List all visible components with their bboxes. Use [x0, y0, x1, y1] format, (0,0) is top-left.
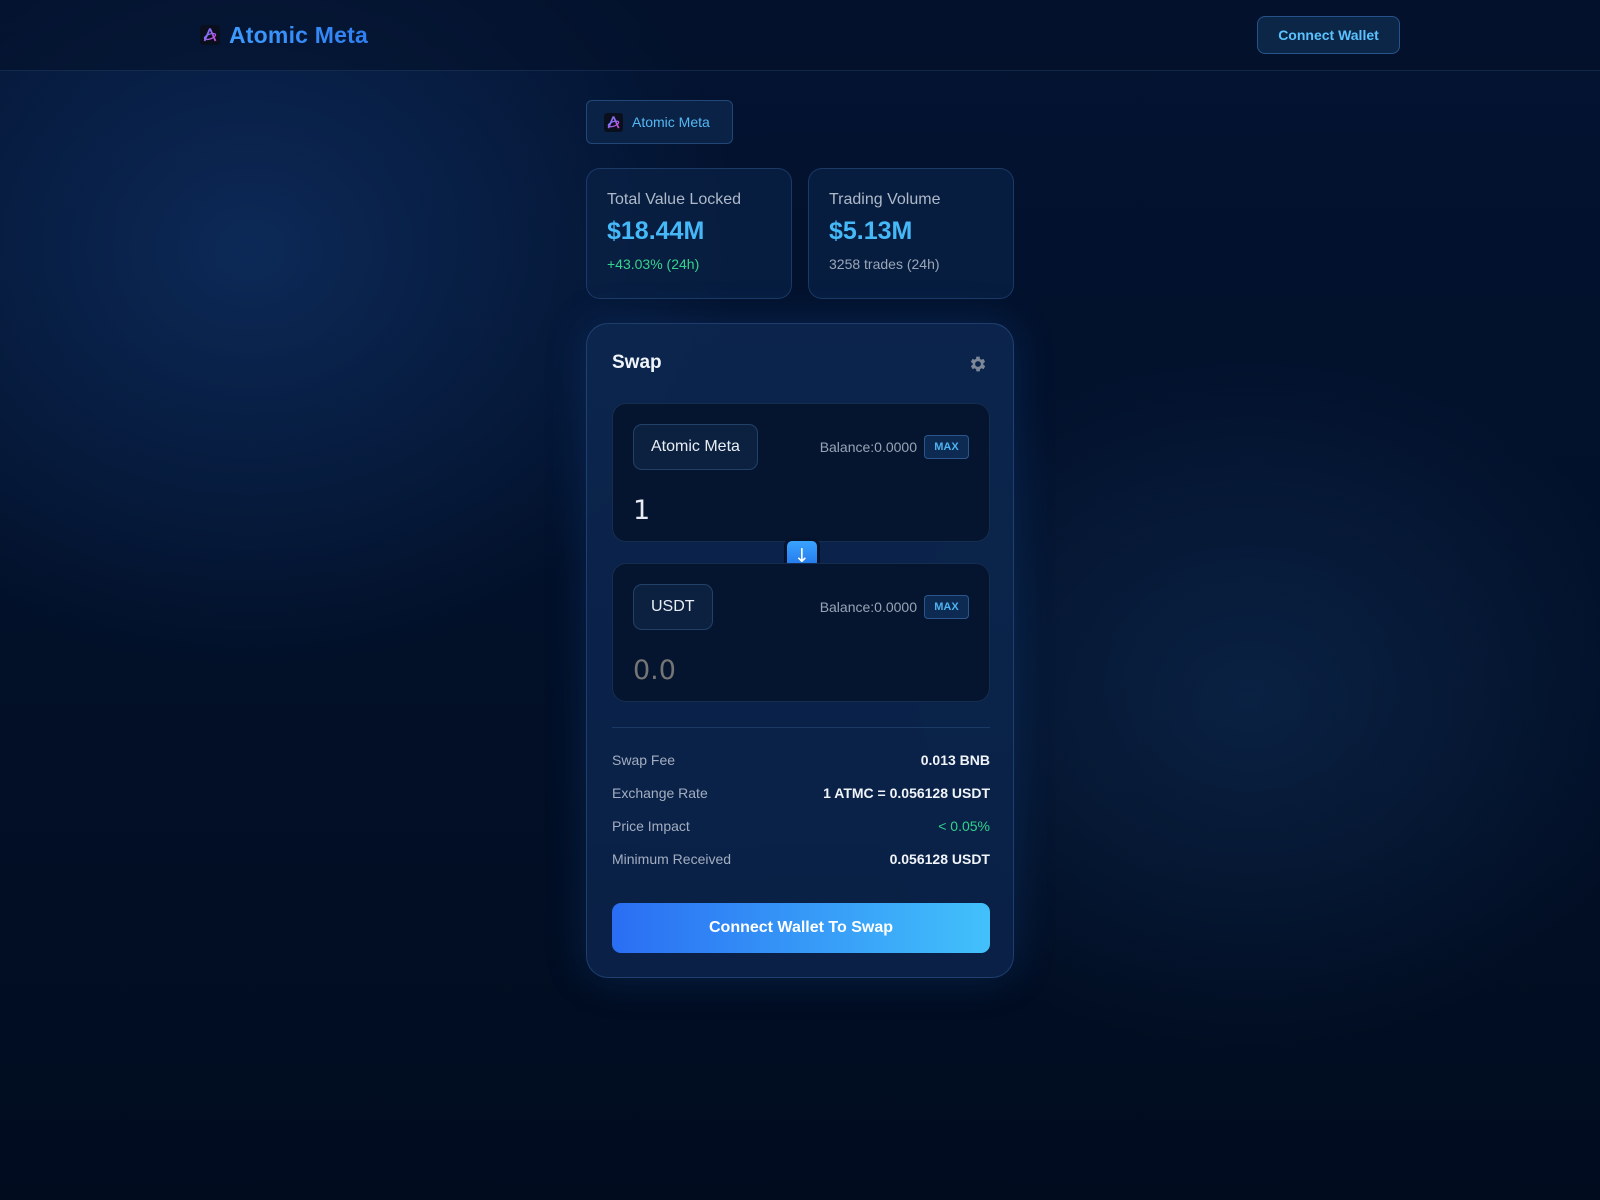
atom-logo-icon	[604, 112, 623, 132]
to-token-panel: USDT Balance:0.0000 MAX	[612, 563, 990, 702]
swap-fee-row: Swap Fee 0.013 BNB	[612, 750, 990, 770]
swap-fee-value: 0.013 BNB	[920, 752, 990, 768]
brand-name: Atomic Meta	[229, 21, 368, 48]
connect-wallet-button[interactable]: Connect Wallet	[1257, 16, 1400, 54]
volume-title: Trading Volume	[829, 191, 941, 208]
connect-wallet-to-swap-button[interactable]: Connect Wallet To Swap	[612, 903, 990, 953]
swap-fee-label: Swap Fee	[612, 752, 676, 768]
from-token-selector[interactable]: Atomic Meta	[633, 424, 758, 470]
to-token-selector[interactable]: USDT	[633, 584, 713, 630]
from-max-button[interactable]: MAX	[924, 435, 969, 459]
top-navbar: Atomic Meta Connect Wallet	[0, 0, 1600, 71]
minimum-received-row: Minimum Received 0.056128 USDT	[612, 849, 990, 869]
tvl-change: +43.03% (24h)	[607, 256, 700, 272]
swap-card: Swap Atomic Meta Balance:0.0000 MAX ↓ US…	[586, 323, 1014, 978]
from-token-panel: Atomic Meta Balance:0.0000 MAX	[612, 403, 990, 542]
price-impact-row: Price Impact < 0.05%	[612, 816, 990, 836]
gear-icon[interactable]	[967, 353, 989, 375]
to-amount-input[interactable]	[633, 650, 963, 690]
token-badge[interactable]: Atomic Meta	[586, 100, 733, 144]
price-impact-value: < 0.05%	[938, 818, 990, 834]
volume-trades: 3258 trades (24h)	[829, 256, 940, 272]
from-balance: Balance:0.0000	[819, 439, 917, 455]
to-balance: Balance:0.0000	[819, 599, 917, 615]
exchange-rate-value: 1 ATMC = 0.056128 USDT	[823, 785, 990, 801]
volume-card: Trading Volume $5.13M 3258 trades (24h)	[808, 168, 1014, 299]
price-impact-label: Price Impact	[612, 818, 690, 834]
to-max-button[interactable]: MAX	[924, 595, 969, 619]
minimum-received-value: 0.056128 USDT	[889, 851, 990, 867]
from-amount-input[interactable]	[633, 490, 963, 530]
divider	[612, 727, 990, 728]
minimum-received-label: Minimum Received	[612, 851, 732, 867]
exchange-rate-label: Exchange Rate	[612, 785, 708, 801]
exchange-rate-row: Exchange Rate 1 ATMC = 0.056128 USDT	[612, 783, 990, 803]
tvl-title: Total Value Locked	[607, 191, 742, 208]
tvl-card: Total Value Locked $18.44M +43.03% (24h)	[586, 168, 792, 299]
swap-title: Swap	[612, 352, 662, 373]
volume-value: $5.13M	[829, 217, 913, 245]
tvl-value: $18.44M	[607, 217, 705, 245]
brand[interactable]: Atomic Meta	[200, 20, 368, 50]
token-badge-label: Atomic Meta	[632, 114, 710, 130]
atom-logo-icon	[200, 25, 220, 45]
